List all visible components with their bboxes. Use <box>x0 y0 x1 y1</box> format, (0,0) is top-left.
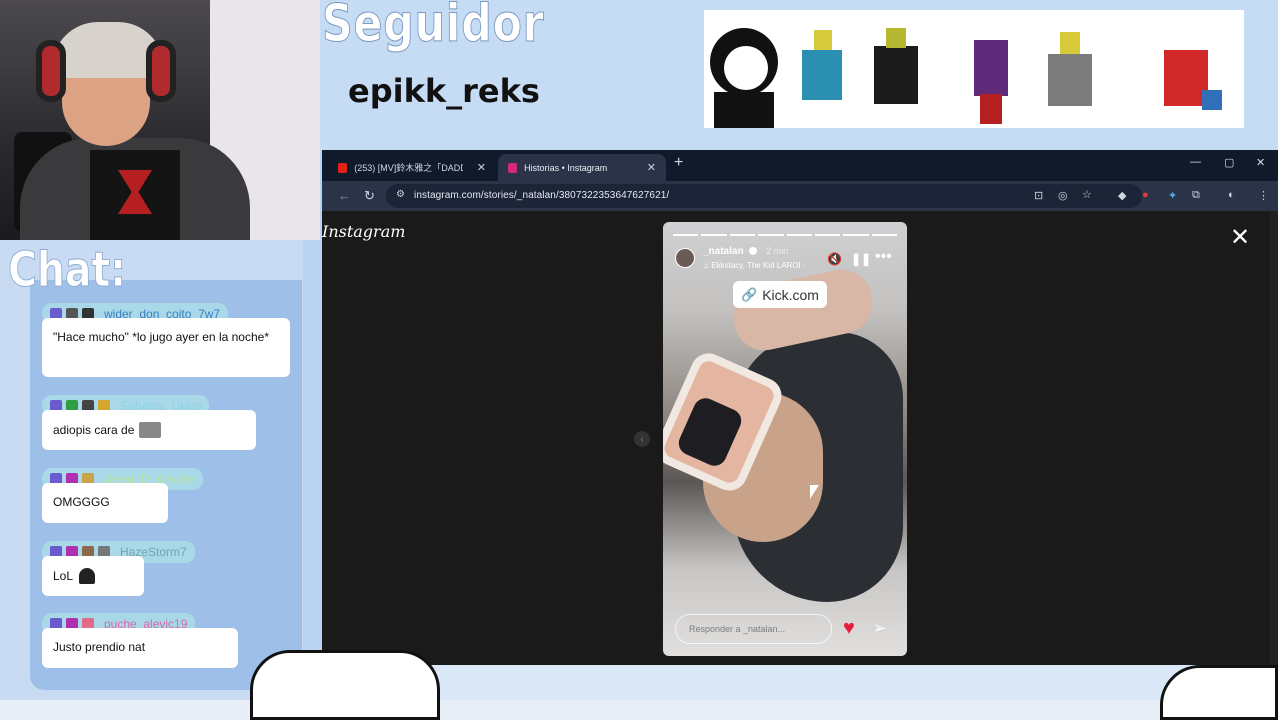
story-viewer[interactable]: _natalan 2 min ♫ Ekkstacy, The Kid LAROI… <box>663 222 907 656</box>
chat-message: Justo prendio nat <box>42 628 238 668</box>
banner-title: Seguidor <box>322 0 545 55</box>
restore-button[interactable]: ▢ <box>1224 156 1234 169</box>
link-icon: 🔗 <box>741 286 758 302</box>
headphone-left <box>36 40 66 102</box>
story-progress-bar <box>673 234 897 236</box>
translate-extension-icon[interactable]: ✦ <box>1168 189 1177 202</box>
verified-badge-icon <box>749 247 758 256</box>
instagram-page: Instagram ✕ ‹ _natalan 2 min ♫ Ekkstacy,… <box>322 211 1278 665</box>
follower-banner: Seguidor epikk_reks <box>320 0 1278 150</box>
chat-message: LoL <box>42 556 144 596</box>
chat-message-text: adiopis cara de <box>53 422 135 437</box>
more-options-icon[interactable]: ••• <box>875 248 892 266</box>
link-sticker[interactable]: 🔗 Kick.com <box>733 281 827 308</box>
banner-artwork <box>704 10 1244 128</box>
menu-dots-icon[interactable]: ⋮ <box>1258 189 1269 202</box>
minimize-button[interactable]: — <box>1190 156 1201 168</box>
bottom-decor-white <box>0 700 1278 720</box>
extensions-puzzle-icon[interactable]: ⧉ <box>1192 189 1200 202</box>
reload-icon[interactable]: ↻ <box>364 188 375 204</box>
bookmark-star-icon[interactable]: ☆ <box>1082 188 1092 201</box>
story-music[interactable]: ♫ Ekkstacy, The Kid LAROI · <box>703 261 806 270</box>
bottom-character-right <box>1160 665 1278 720</box>
browser-window: (253) [MV]鈴木雅之「DADDY ! ... ✕ Historias •… <box>322 150 1278 665</box>
banner-characters-image <box>710 28 1222 128</box>
tab-title: Historias • Instagram <box>524 162 608 173</box>
story-user-avatar[interactable] <box>675 248 695 268</box>
chat-message: OMGGGG <box>42 483 168 523</box>
browser-toolbar: ← ↻ ⚙ instagram.com/stories/_natalan/380… <box>322 181 1278 211</box>
url-text: instagram.com/stories/_natalan/380732235… <box>414 190 670 201</box>
webcam-feed <box>0 0 320 240</box>
profile-avatar[interactable]: ◐ <box>1228 189 1235 201</box>
chat-message-text: LoL <box>53 568 74 583</box>
install-icon[interactable]: ⊡ <box>1034 189 1043 202</box>
instagram-logo[interactable]: Instagram <box>322 222 405 241</box>
tab-bar: (253) [MV]鈴木雅之「DADDY ! ... ✕ Historias •… <box>322 150 1278 181</box>
send-icon[interactable]: ➢ <box>873 618 886 638</box>
reply-input[interactable]: Responder a _natalan... <box>675 614 832 644</box>
new-tab-button[interactable]: + <box>674 154 683 172</box>
music-note-icon: ♫ <box>703 261 712 270</box>
eye-off-icon[interactable]: ◎ <box>1058 189 1068 202</box>
pause-icon[interactable]: ❚❚ <box>851 252 871 266</box>
chat-message: "Hace mucho" *lo jugo ayer en la noche* <box>42 318 290 377</box>
tab-instagram[interactable]: Historias • Instagram ✕ <box>498 154 666 181</box>
chat-title: Chat: <box>8 242 127 299</box>
address-bar[interactable]: ⚙ instagram.com/stories/_natalan/3807322… <box>386 184 1142 208</box>
headphone-right <box>146 40 176 102</box>
story-username[interactable]: _natalan <box>703 246 744 257</box>
bottom-character-left <box>250 650 440 720</box>
banner-username: epikk_reks <box>348 72 540 110</box>
story-username-row[interactable]: _natalan 2 min <box>703 246 788 257</box>
previous-story-arrow-icon[interactable]: ‹ <box>634 431 650 447</box>
record-extension-icon[interactable]: ● <box>1142 189 1149 201</box>
close-tab-icon[interactable]: ✕ <box>477 161 486 174</box>
youtube-icon <box>338 162 348 173</box>
scrollbar[interactable] <box>1270 211 1278 665</box>
story-time: 2 min <box>766 246 789 256</box>
back-icon[interactable]: ← <box>338 188 351 203</box>
like-heart-icon[interactable]: ♥ <box>843 617 855 640</box>
instagram-icon <box>508 162 518 173</box>
tab-title: (253) [MV]鈴木雅之「DADDY ! ... <box>354 163 463 173</box>
link-sticker-text: Kick.com <box>762 286 819 303</box>
mute-icon[interactable]: 🔇 <box>827 252 842 266</box>
site-info-icon[interactable]: ⚙ <box>396 189 405 200</box>
close-tab-icon[interactable]: ✕ <box>647 161 656 174</box>
extension-icon[interactable]: ◆ <box>1118 189 1126 202</box>
tab-youtube[interactable]: (253) [MV]鈴木雅之「DADDY ! ... ✕ <box>328 154 496 181</box>
chat-message: adiopis cara de <box>42 410 256 450</box>
close-story-button[interactable]: ✕ <box>1230 223 1250 252</box>
close-window-button[interactable]: ✕ <box>1256 156 1265 169</box>
mouse-cursor <box>810 485 819 499</box>
emote-image <box>139 422 162 438</box>
emote-image <box>79 568 96 584</box>
